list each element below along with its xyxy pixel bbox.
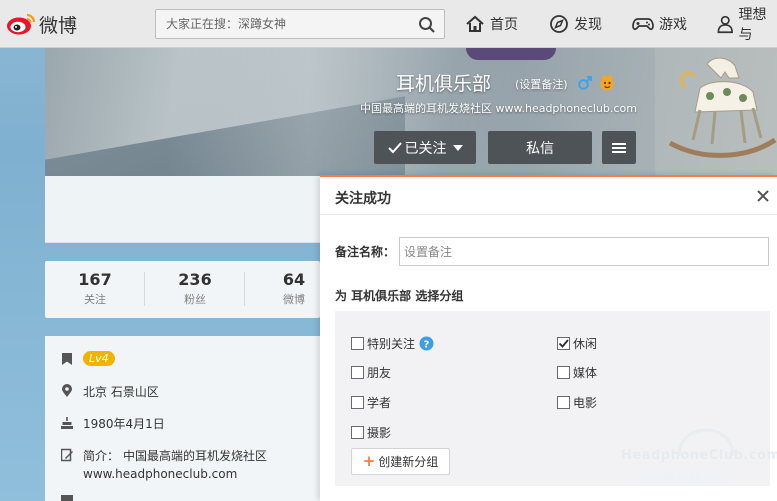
logo-text: 微博 xyxy=(39,14,78,37)
group-label: 特别关注 xyxy=(367,337,416,351)
birthday-text: 1980年4月1日 xyxy=(83,417,165,431)
member-badge-icon[interactable] xyxy=(598,74,616,92)
cake-icon xyxy=(61,417,73,429)
nav-home[interactable]: 首页 xyxy=(465,11,518,37)
dialog-header: 关注成功 xyxy=(320,177,777,215)
group-checkbox-photography[interactable]: 摄影 xyxy=(351,424,391,441)
group-label: 媒体 xyxy=(573,366,598,380)
checkbox[interactable] xyxy=(351,426,364,439)
watermark-subtitle: 耳机俱乐部论坛 xyxy=(637,471,729,485)
avatar[interactable] xyxy=(466,48,556,60)
profile-name: 耳机俱乐部 xyxy=(396,73,492,95)
nav-profile-label: 理想与 xyxy=(738,7,767,43)
message-button[interactable]: 私信 xyxy=(488,131,592,164)
intro-text: 中国最高端的耳机发烧社区 xyxy=(123,449,268,463)
dialog-title: 关注成功 xyxy=(335,191,391,207)
info-intro-row: 简介： 中国最高端的耳机发烧社区 www.headphoneclub.com xyxy=(61,447,267,481)
stat-divider xyxy=(244,272,245,306)
checkbox[interactable] xyxy=(557,396,570,409)
watermark-logo: HeadphoneClub.com xyxy=(621,448,777,463)
male-icon xyxy=(578,76,592,90)
group-heading: 为 耳机俱乐部 选择分组 xyxy=(335,289,464,303)
info-birthday-row: 1980年4月1日 xyxy=(61,415,165,432)
search-box xyxy=(155,9,445,39)
caret-down-icon xyxy=(452,144,463,151)
checkbox-checked[interactable] xyxy=(557,337,570,350)
nav-home-label: 首页 xyxy=(490,17,518,33)
weibo-logo[interactable]: 微博 xyxy=(6,9,77,39)
gamepad-icon xyxy=(632,18,654,31)
nav-discover[interactable]: 发现 xyxy=(549,11,602,37)
location-text: 北京 石景山区 xyxy=(83,385,159,399)
weibo-logo-icon xyxy=(7,13,36,35)
menu-icon xyxy=(612,142,626,153)
stat-following-label: 关注 xyxy=(84,293,106,306)
intro-url[interactable]: www.headphoneclub.com xyxy=(83,467,267,481)
stat-following-value: 167 xyxy=(78,270,112,289)
group-checkbox-scholars[interactable]: 学者 xyxy=(351,394,391,411)
nav-games-label: 游戏 xyxy=(659,17,687,33)
group-label: 学者 xyxy=(367,396,392,410)
group-label: 电影 xyxy=(573,396,598,410)
checkbox[interactable] xyxy=(351,337,364,350)
info-level-row: Lv4 xyxy=(61,351,115,366)
stat-followers-label: 粉丝 xyxy=(184,293,206,306)
group-label: 摄影 xyxy=(367,426,392,440)
group-checkbox-leisure[interactable]: 休闲 xyxy=(557,335,597,352)
nav-discover-label: 发现 xyxy=(574,17,602,33)
checkbox[interactable] xyxy=(557,366,570,379)
profile-description: 中国最高端的耳机发烧社区 www.headphoneclub.com xyxy=(360,102,637,115)
followed-button[interactable]: 已关注 xyxy=(374,131,476,164)
more-menu-button[interactable] xyxy=(602,131,636,164)
message-button-label: 私信 xyxy=(526,140,554,157)
location-pin-icon xyxy=(62,384,72,397)
checkmark-icon xyxy=(558,339,569,348)
search-input[interactable] xyxy=(156,10,406,38)
checkbox[interactable] xyxy=(351,366,364,379)
rocking-horse-image xyxy=(655,48,777,176)
level-badge[interactable]: Lv4 xyxy=(83,351,115,366)
remark-label: 备注名称： xyxy=(335,245,396,259)
watermark: HeadphoneClub.com 耳机俱乐部论坛 xyxy=(621,428,777,490)
info-location-row: 北京 石景山区 xyxy=(61,383,159,400)
close-icon[interactable] xyxy=(756,189,770,203)
group-label: 休闲 xyxy=(573,337,598,351)
top-navigation: 微博 首页 发现 游戏 xyxy=(0,0,777,48)
svg-text:?: ? xyxy=(424,340,430,351)
edit-icon xyxy=(61,448,73,462)
group-checkbox-friends[interactable]: 朋友 xyxy=(351,364,391,381)
user-icon xyxy=(717,15,733,34)
remark-input[interactable] xyxy=(399,237,770,266)
set-remark-link[interactable]: (设置备注) xyxy=(515,76,568,92)
group-label: 朋友 xyxy=(367,366,392,380)
followed-button-label: 已关注 xyxy=(404,140,447,157)
bookmark-icon xyxy=(62,353,72,365)
compass-icon xyxy=(550,15,568,33)
home-icon xyxy=(466,15,484,32)
nav-profile[interactable]: 理想与 xyxy=(717,7,777,43)
nav-games[interactable]: 游戏 xyxy=(632,11,687,37)
help-icon[interactable]: ? xyxy=(419,336,434,351)
group-checkbox-special[interactable]: 特别关注 ? xyxy=(351,335,434,352)
create-group-button[interactable]: + 创建新分组 xyxy=(351,448,450,475)
stat-following[interactable]: 167 关注 xyxy=(55,270,135,307)
group-checkbox-media[interactable]: 媒体 xyxy=(557,364,597,381)
stat-followers-value: 236 xyxy=(178,270,212,289)
stat-divider xyxy=(144,272,145,306)
check-icon xyxy=(387,141,402,153)
remark-row: 备注名称： xyxy=(335,237,770,266)
stat-followers[interactable]: 236 粉丝 xyxy=(155,270,235,307)
checkbox[interactable] xyxy=(351,396,364,409)
info-card: Lv4 北京 石景山区 1980年4月1日 简介： 中国最高端的耳机发烧社区 ww… xyxy=(45,336,320,501)
group-checkbox-movies[interactable]: 电影 xyxy=(557,394,597,411)
search-icon[interactable] xyxy=(418,16,436,34)
more-info-icon xyxy=(61,495,73,501)
intro-label: 简介： xyxy=(83,449,120,463)
profile-tabs-bar xyxy=(45,176,320,243)
create-group-label: 创建新分组 xyxy=(378,455,439,469)
stats-card: 167 关注 236 粉丝 64 微博 xyxy=(45,261,320,318)
plus-icon: + xyxy=(362,452,376,470)
